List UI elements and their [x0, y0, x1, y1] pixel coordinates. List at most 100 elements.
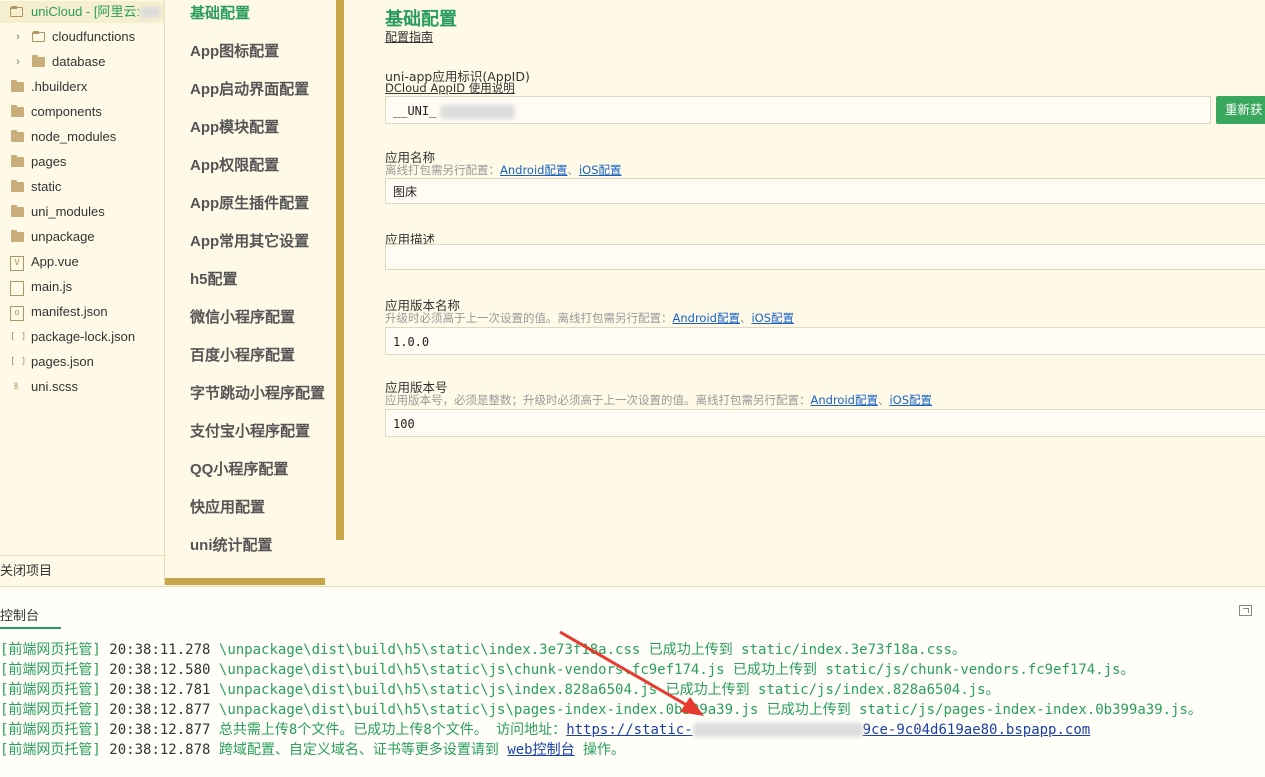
folder-icon [11, 130, 24, 142]
tree-item-label: main.js [31, 279, 73, 294]
tree-item-label: pages [31, 154, 67, 169]
nav-item-toutiao[interactable]: 字节跳动小程序配置 [190, 375, 325, 413]
nav-item-app-native-plugins[interactable]: App原生插件配置 [190, 185, 309, 223]
tree-item-node-modules[interactable]: node_modules [0, 126, 164, 148]
tree-item-main-js[interactable]: main.js [0, 276, 164, 298]
nav-vertical-scrollbar[interactable] [336, 0, 344, 540]
log-tag: [前端网页托管] [0, 682, 101, 698]
tree-item-hbuilderx[interactable]: .hbuilderx [0, 76, 164, 98]
tree-item-uni-scss[interactable]: ꝸ uni.scss [0, 376, 164, 398]
tree-item-database[interactable]: › database [0, 51, 164, 73]
nav-item-uni-stat[interactable]: uni统计配置 [190, 527, 273, 565]
log-message: \unpackage\dist\build\h5\static\js\pages… [218, 702, 1202, 718]
web-console-link[interactable]: web控制台 [507, 742, 574, 758]
tree-item-static[interactable]: static [0, 176, 164, 198]
separator: 、 [567, 163, 579, 177]
version-name-hint: 升级时必须高于上一次设置的值。离线打包需另行配置：Android配置、iOS配置 [385, 310, 794, 326]
version-code-field[interactable]: 100 [385, 409, 1265, 437]
nav-item-app-other[interactable]: App常用其它设置 [190, 223, 309, 261]
android-config-link[interactable]: Android配置 [673, 311, 740, 325]
tree-item-package-lock-json[interactable]: [ ] package-lock.json [0, 326, 164, 348]
log-time: 20:38:12.877 [109, 722, 211, 738]
folder-icon [32, 31, 45, 42]
tree-item-app-vue[interactable]: V App.vue [0, 251, 164, 273]
tree-item-pages-json[interactable]: [ ] pages.json [0, 351, 164, 373]
tree-item-manifest-json[interactable]: o manifest.json [0, 301, 164, 323]
nav-item-baidu[interactable]: 百度小程序配置 [190, 337, 295, 375]
log-time: 20:38:12.580 [109, 662, 211, 678]
nav-item-basic[interactable]: 基础配置 [190, 0, 250, 33]
ios-config-link[interactable]: iOS配置 [751, 311, 794, 325]
tree-item-label: uni_modules [31, 204, 105, 219]
tree-item-cloudfunctions[interactable]: › cloudfunctions [0, 26, 164, 48]
tree-item-label: App.vue [31, 254, 79, 269]
log-line: [前端网页托管] 20:38:12.878 跨域配置、自定义域名、证书等更多设置… [0, 740, 625, 760]
nav-item-alipay[interactable]: 支付宝小程序配置 [190, 413, 310, 451]
log-time: 20:38:11.278 [109, 642, 211, 658]
console-panel: 控制台 [前端网页托管] 20:38:11.278 \unpackage\dis… [0, 586, 1265, 777]
app-name-field[interactable]: 图床 [385, 178, 1265, 204]
folder-icon [11, 80, 24, 92]
version-name-field[interactable]: 1.0.0 [385, 327, 1265, 355]
app-name-hint: 离线打包需另行配置：Android配置、iOS配置 [385, 162, 622, 178]
config-nav: 基础配置 App图标配置 App启动界面配置 App模块配置 App权限配置 A… [165, 0, 344, 585]
ios-config-link[interactable]: iOS配置 [889, 393, 932, 407]
app-description-field[interactable] [385, 244, 1265, 270]
nav-horizontal-scrollbar[interactable] [165, 578, 325, 585]
tree-item-uni-modules[interactable]: uni_modules [0, 201, 164, 223]
folder-icon [32, 55, 45, 67]
nav-item-weixin[interactable]: 微信小程序配置 [190, 299, 295, 337]
url-start: https://static- [566, 722, 693, 738]
tree-item-label: static [31, 179, 62, 194]
project-tree: uniCloud - [阿里云: › cloudfunctions › data… [0, 0, 165, 585]
log-line-summary: [前端网页托管] 20:38:12.877 总共需上传8个文件。已成功上传8个文… [0, 720, 1090, 740]
tab-console[interactable]: 控制台 [0, 605, 62, 629]
tree-item-label: .hbuilderx [31, 79, 88, 94]
regenerate-appid-button[interactable]: 重新获 [1216, 96, 1265, 124]
android-config-link[interactable]: Android配置 [811, 393, 878, 407]
appid-help-link[interactable]: DCloud AppID 使用说明 [385, 80, 515, 96]
android-config-link[interactable]: Android配置 [500, 163, 567, 177]
hosting-url-link[interactable]: https://static- 9ce-9c04d619ae80.bspapp.c… [566, 722, 1090, 738]
version-code-hint: 应用版本号，必须是整数；升级时必须高于上一次设置的值。离线打包需另行配置：And… [385, 392, 932, 408]
tree-item-unpackage[interactable]: unpackage [0, 226, 164, 248]
log-message: 跨域配置、自定义域名、证书等更多设置请到 [218, 742, 508, 758]
nav-item-h5[interactable]: h5配置 [190, 261, 238, 299]
tree-item-label: manifest.json [31, 304, 108, 319]
ios-config-link[interactable]: iOS配置 [579, 163, 622, 177]
close-project-button[interactable]: 关闭项目 [0, 555, 164, 585]
json-file-icon: [ ] [10, 357, 27, 367]
nav-item-app-modules[interactable]: App模块配置 [190, 109, 279, 147]
tree-item-label: package-lock.json [31, 329, 136, 344]
tree-item-label: uni.scss [31, 379, 78, 394]
nav-item-app-permissions[interactable]: App权限配置 [190, 147, 279, 185]
appid-field[interactable]: __UNI_ [385, 96, 1211, 124]
separator: 、 [877, 393, 890, 407]
redacted-blur [692, 723, 863, 737]
folder-open-icon [10, 6, 23, 17]
tree-item-components[interactable]: components [0, 101, 164, 123]
tree-item-pages[interactable]: pages [0, 151, 164, 173]
settings-form: 基础配置 配置指南 uni-app应用标识(AppID) DCloud AppI… [345, 0, 1265, 585]
config-guide-link[interactable]: 配置指南 [385, 28, 433, 45]
tree-root-unicloud[interactable]: uniCloud - [阿里云: [0, 1, 164, 23]
hint-text: 离线打包需另行配置： [385, 163, 500, 177]
log-message: 操作。 [574, 742, 626, 758]
log-message: \unpackage\dist\build\h5\static\js\chunk… [218, 662, 1135, 678]
json-file-icon: [ ] [10, 332, 27, 342]
log-tag: [前端网页托管] [0, 702, 101, 718]
folder-icon [11, 205, 24, 217]
nav-item-quickapp[interactable]: 快应用配置 [190, 489, 265, 527]
manifest-file-icon: o [10, 306, 24, 321]
maximize-icon[interactable] [1239, 605, 1252, 616]
nav-item-app-splash[interactable]: App启动界面配置 [190, 71, 309, 109]
nav-item-app-icon[interactable]: App图标配置 [190, 33, 279, 71]
nav-item-qq[interactable]: QQ小程序配置 [190, 451, 288, 489]
tree-item-label: node_modules [31, 129, 117, 144]
log-tag: [前端网页托管] [0, 742, 101, 758]
hint-text: 应用版本号，必须是整数；升级时必须高于上一次设置的值。离线打包需另行配置： [385, 393, 811, 407]
log-tag: [前端网页托管] [0, 722, 101, 738]
url-end: 9ce-9c04d619ae80.bspapp.com [862, 722, 1091, 738]
tree-item-label: pages.json [31, 354, 94, 369]
tree-item-label: cloudfunctions [52, 29, 136, 44]
